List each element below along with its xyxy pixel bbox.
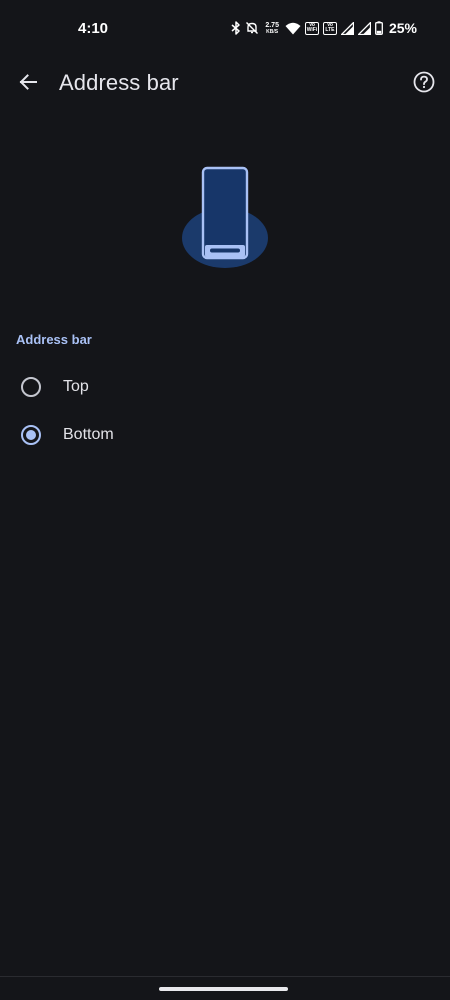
mute-icon xyxy=(245,21,259,35)
option-top[interactable]: Top xyxy=(0,364,450,410)
wifi-icon xyxy=(285,22,301,35)
signal-icon xyxy=(357,21,371,35)
network-speed: 2.75 KB/S xyxy=(265,22,279,35)
arrow-back-icon xyxy=(18,72,38,97)
section-header: Address bar xyxy=(16,332,92,347)
phone-bottom-address-bar-illustration xyxy=(178,162,274,272)
sim2-volte-badge: Vo LTE xyxy=(322,21,337,35)
network-speed-value: 2.75 xyxy=(265,21,279,29)
bluetooth-icon xyxy=(231,21,241,35)
help-button[interactable] xyxy=(408,68,440,100)
sim2-badge-bottom: LTE xyxy=(325,27,335,33)
status-bar: 4:10 2.75 KB/S Vo WiFi Vo LTE 25% xyxy=(0,0,450,56)
signal-icon xyxy=(340,21,354,35)
battery-icon xyxy=(375,21,383,35)
radio-button-bottom[interactable] xyxy=(21,425,41,445)
page-title: Address bar xyxy=(59,70,179,95)
network-speed-unit: KB/S xyxy=(266,28,279,35)
sim1-badge-bottom: WiFi xyxy=(306,27,318,33)
gesture-handle[interactable] xyxy=(159,987,288,991)
option-bottom[interactable]: Bottom xyxy=(0,412,450,458)
option-bottom-label: Bottom xyxy=(63,426,114,443)
radio-button-top[interactable] xyxy=(21,377,41,397)
battery-percent: 25% xyxy=(388,20,417,36)
navigation-divider xyxy=(0,976,450,977)
sim1-vowifi-badge: Vo WiFi xyxy=(304,21,319,35)
option-top-label: Top xyxy=(63,378,89,395)
top-app-bar: Address bar xyxy=(0,56,450,112)
status-icons: 2.75 KB/S Vo WiFi Vo LTE 25% xyxy=(231,18,417,38)
status-time: 4:10 xyxy=(78,20,109,37)
help-circle-icon xyxy=(413,71,435,98)
back-button[interactable] xyxy=(12,68,44,100)
